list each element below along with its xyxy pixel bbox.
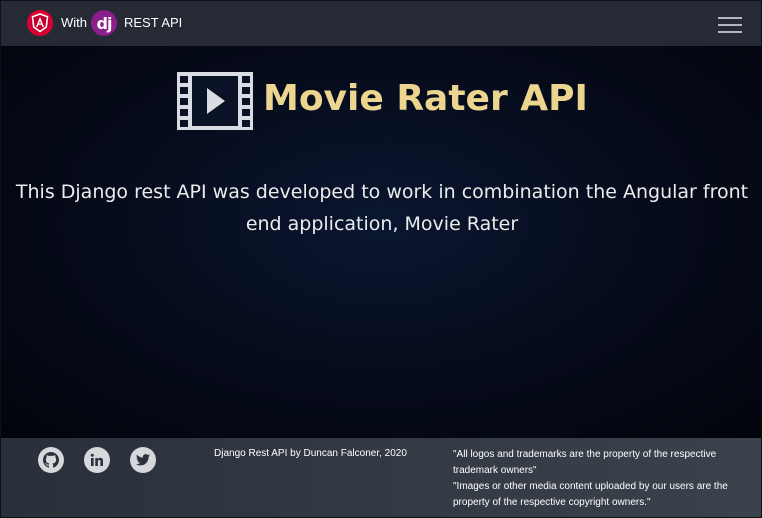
twitter-link[interactable] [130,447,156,473]
django-logo-icon[interactable]: dj [91,10,117,36]
hamburger-line [718,31,742,33]
angular-logo-icon[interactable] [27,10,53,36]
footer-credit: Django Rest API by Duncan Falconer, 2020 [214,448,407,459]
github-link[interactable] [38,447,64,473]
twitter-icon [136,454,150,466]
trademark-note: "All logos and trademarks are the proper… [453,449,717,476]
nav-with-label: With [61,15,87,30]
footer-notes: "All logos and trademarks are the proper… [453,447,753,511]
page-title: Movie Rater API [263,78,588,119]
nav-rest-api-label: REST API [124,15,183,30]
linkedin-link[interactable] [84,447,110,473]
copyright-note: "Images or other media content uploaded … [453,481,728,508]
hamburger-line [718,24,742,26]
github-icon [43,452,59,468]
app-window: With dj REST API Movie Rater API This Dj… [0,0,762,518]
linkedin-icon [90,453,103,466]
film-strip-icon [177,72,253,130]
hamburger-menu-button[interactable] [714,14,744,36]
hamburger-menu-icon [718,17,742,19]
top-navbar: With dj REST API [1,1,761,46]
footer: Django Rest API by Duncan Falconer, 2020… [1,438,761,517]
hero-description: This Django rest API was developed to wo… [15,181,749,235]
hero-section: Movie Rater API This Django rest API was… [1,46,761,438]
